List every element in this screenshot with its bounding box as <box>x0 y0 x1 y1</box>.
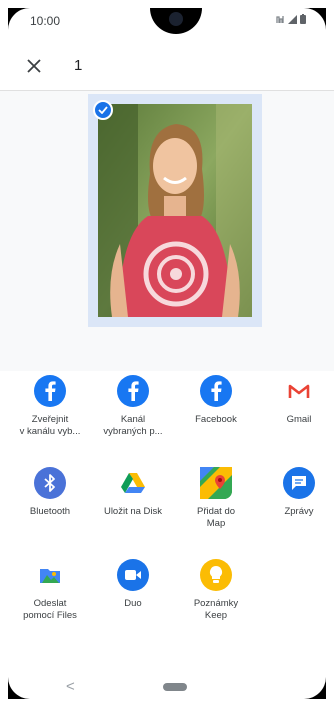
selected-check-icon[interactable] <box>93 100 113 120</box>
messages-icon <box>283 467 315 499</box>
share-target-facebook[interactable]: Facebook <box>176 375 256 426</box>
share-target-files[interactable]: Odeslat pomocí Files <box>10 559 90 622</box>
share-target-facebook-feed[interactable]: Kanál vybraných p... <box>93 375 173 438</box>
app-label: Uložit na Disk <box>103 506 163 517</box>
notification-icon <box>276 15 284 23</box>
battery-icon <box>300 14 306 24</box>
app-label: Přidat do Map <box>196 506 236 529</box>
app-label: Zveřejnit v kanálu vyb... <box>19 414 81 437</box>
selected-count: 1 <box>74 57 83 74</box>
duo-icon <box>117 559 149 591</box>
share-target-bluetooth[interactable]: Bluetooth <box>10 467 90 518</box>
photo-thumbnail <box>98 104 252 317</box>
share-target-google-maps[interactable]: Přidat do Map <box>176 467 256 530</box>
home-button[interactable] <box>163 683 187 691</box>
app-label: Duo <box>124 598 142 609</box>
google-drive-icon <box>117 467 149 499</box>
facebook-icon <box>117 375 149 407</box>
app-label: Gmail <box>286 414 312 425</box>
keep-icon <box>200 559 232 591</box>
share-target-keep[interactable]: Poznámky Keep <box>176 559 256 622</box>
app-label: Bluetooth <box>29 506 71 517</box>
status-icons <box>276 14 306 24</box>
close-icon <box>27 59 41 73</box>
close-button[interactable] <box>20 52 48 80</box>
status-bar: 10:00 <box>0 8 334 34</box>
preview-area <box>0 91 334 371</box>
share-target-messages[interactable]: Zprávy <box>259 467 334 518</box>
share-target-duo[interactable]: Duo <box>93 559 173 610</box>
bluetooth-icon <box>34 467 66 499</box>
files-icon <box>34 559 66 591</box>
app-label: Facebook <box>195 414 237 425</box>
share-header: 1 <box>0 44 334 88</box>
app-label: Kanál vybraných p... <box>103 414 163 437</box>
status-time: 10:00 <box>30 14 61 28</box>
navigation-bar: < <box>0 672 334 702</box>
app-label: Odeslat pomocí Files <box>23 598 77 621</box>
share-target-google-drive[interactable]: Uložit na Disk <box>93 467 173 518</box>
share-target-facebook-post[interactable]: Zveřejnit v kanálu vyb... <box>10 375 90 438</box>
gmail-icon <box>283 375 315 407</box>
facebook-icon <box>34 375 66 407</box>
selected-photo[interactable] <box>88 94 262 327</box>
app-label: Zprávy <box>284 506 314 517</box>
google-maps-icon <box>200 467 232 499</box>
signal-icon <box>288 14 297 24</box>
back-button[interactable]: < <box>66 678 75 695</box>
facebook-icon <box>200 375 232 407</box>
app-label: Poznámky Keep <box>193 598 239 621</box>
share-target-gmail[interactable]: Gmail <box>259 375 334 426</box>
